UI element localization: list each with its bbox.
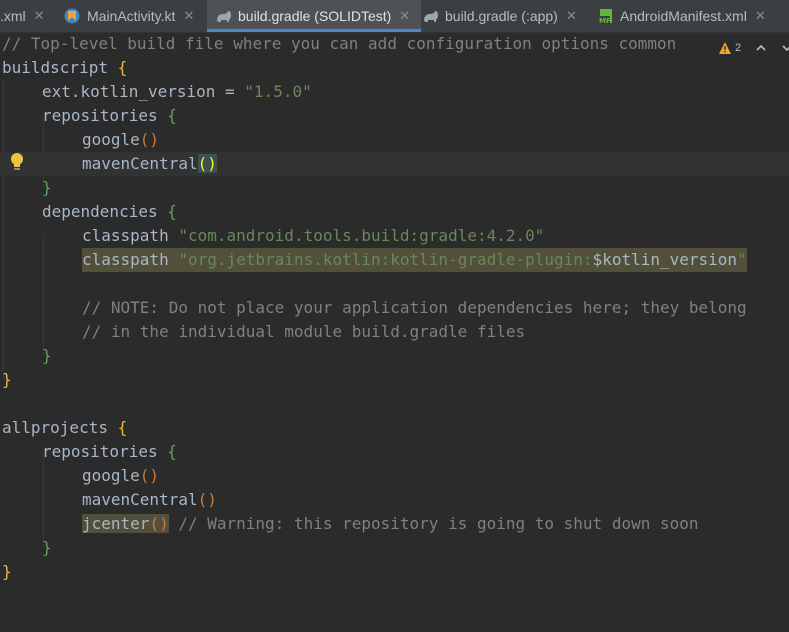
- identifier: allprojects: [2, 418, 108, 437]
- comment: // NOTE: Do not place your application d…: [82, 298, 747, 317]
- code-line: // NOTE: Do not place your application d…: [0, 296, 789, 320]
- close-icon[interactable]: ✕: [755, 8, 766, 24]
- identifier: mavenCentral: [82, 490, 198, 509]
- warning-icon: [718, 41, 732, 55]
- parens: (): [149, 514, 169, 533]
- close-icon[interactable]: ✕: [566, 8, 577, 24]
- identifier: classpath: [82, 226, 169, 245]
- tab-label: MainActivity.kt: [87, 8, 176, 24]
- code-line: mavenCentral(): [0, 488, 789, 512]
- brace: }: [2, 370, 12, 389]
- brace: }: [42, 346, 52, 365]
- brace: {: [167, 442, 177, 461]
- kotlin-file-icon: [64, 8, 80, 24]
- close-icon[interactable]: ✕: [399, 8, 410, 24]
- chevron-down-icon[interactable]: [781, 42, 789, 54]
- close-icon[interactable]: ✕: [34, 8, 45, 24]
- code-line: repositories {: [0, 440, 789, 464]
- identifier: mavenCentral: [82, 154, 198, 173]
- code-line: classpath "org.jetbrains.kotlin:kotlin-g…: [0, 248, 789, 272]
- code-line: }: [0, 176, 789, 200]
- matched-parens: (): [197, 154, 217, 173]
- close-icon[interactable]: ✕: [183, 8, 194, 24]
- tab-label: .xml: [0, 8, 26, 24]
- code-line: google(): [0, 128, 789, 152]
- tab-build-gradle-project[interactable]: build.gradle (SOLIDTest) ✕: [207, 0, 421, 32]
- parens: (): [139, 466, 160, 485]
- code-line: ext.kotlin_version = "1.5.0": [0, 80, 789, 104]
- identifier: dependencies: [42, 202, 158, 221]
- brace: {: [167, 106, 177, 125]
- tab-android-manifest[interactable]: MF AndroidManifest.xml ✕: [595, 0, 789, 32]
- brace: }: [2, 562, 12, 581]
- inspection-widget[interactable]: 2: [718, 37, 789, 59]
- string-literal: "com.android.tools.build:gradle:4.2.0": [178, 226, 545, 245]
- brace: {: [167, 202, 177, 221]
- code-line: }: [0, 344, 789, 368]
- code-line: buildscript {: [0, 56, 789, 80]
- comment: // in the individual module build.gradle…: [82, 322, 526, 341]
- brace: {: [117, 58, 128, 77]
- identifier: repositories: [42, 106, 158, 125]
- brace: }: [42, 538, 52, 557]
- identifier: classpath: [82, 250, 169, 269]
- tab-label: build.gradle (:app): [445, 8, 558, 24]
- warning-count: 2: [735, 42, 742, 54]
- code-line: google(): [0, 464, 789, 488]
- code-line: classpath "com.android.tools.build:gradl…: [0, 224, 789, 248]
- code-line: }: [0, 536, 789, 560]
- deprecated-call: jcenter: [82, 514, 150, 533]
- template-variable: $kotlin_version: [592, 250, 738, 269]
- lightbulb-icon[interactable]: [9, 152, 25, 172]
- property: ext.kotlin_version =: [42, 82, 245, 101]
- comment: // Top-level build file where you can ad…: [2, 34, 677, 53]
- brace: {: [117, 418, 128, 437]
- code-line: repositories {: [0, 104, 789, 128]
- tab-build-gradle-app[interactable]: build.gradle (:app) ✕: [418, 0, 594, 32]
- code-line-caret: mavenCentral(): [0, 152, 789, 176]
- chevron-up-icon[interactable]: [755, 42, 767, 54]
- brace: }: [42, 178, 52, 197]
- gradle-elephant-icon: [215, 8, 231, 24]
- identifier: google: [82, 466, 140, 485]
- code-line: allprojects {: [0, 416, 789, 440]
- tab-label: build.gradle (SOLIDTest): [238, 8, 392, 24]
- string-literal: "org.jetbrains.kotlin:kotlin-gradle-plug…: [178, 250, 593, 269]
- code-line: // in the individual module build.gradle…: [0, 320, 789, 344]
- code-line: jcenter() // Warning: this repository is…: [0, 512, 789, 536]
- code-line: }: [0, 368, 789, 392]
- parens: (): [197, 490, 217, 509]
- string-literal: "1.5.0": [244, 82, 312, 101]
- code-editor[interactable]: // Top-level build file where you can ad…: [0, 32, 789, 604]
- parens: (): [139, 130, 160, 149]
- code-line: dependencies {: [0, 200, 789, 224]
- manifest-file-icon: MF: [597, 8, 613, 25]
- tab-xml[interactable]: .xml ✕: [0, 0, 55, 32]
- identifier: google: [82, 130, 140, 149]
- keyword: buildscript: [2, 58, 108, 77]
- gradle-elephant-icon: [422, 8, 438, 24]
- code-line: // Top-level build file where you can ad…: [0, 32, 789, 56]
- tab-mainactivity[interactable]: MainActivity.kt ✕: [60, 0, 209, 32]
- editor-tab-bar: .xml ✕ MainActivity.kt ✕ build.gradle (S…: [0, 0, 789, 33]
- code-line: }: [0, 560, 789, 584]
- identifier: repositories: [42, 442, 158, 461]
- svg-text:MF: MF: [599, 17, 611, 24]
- comment: // Warning: this repository is going to …: [178, 514, 699, 533]
- tab-label: AndroidManifest.xml: [620, 8, 747, 24]
